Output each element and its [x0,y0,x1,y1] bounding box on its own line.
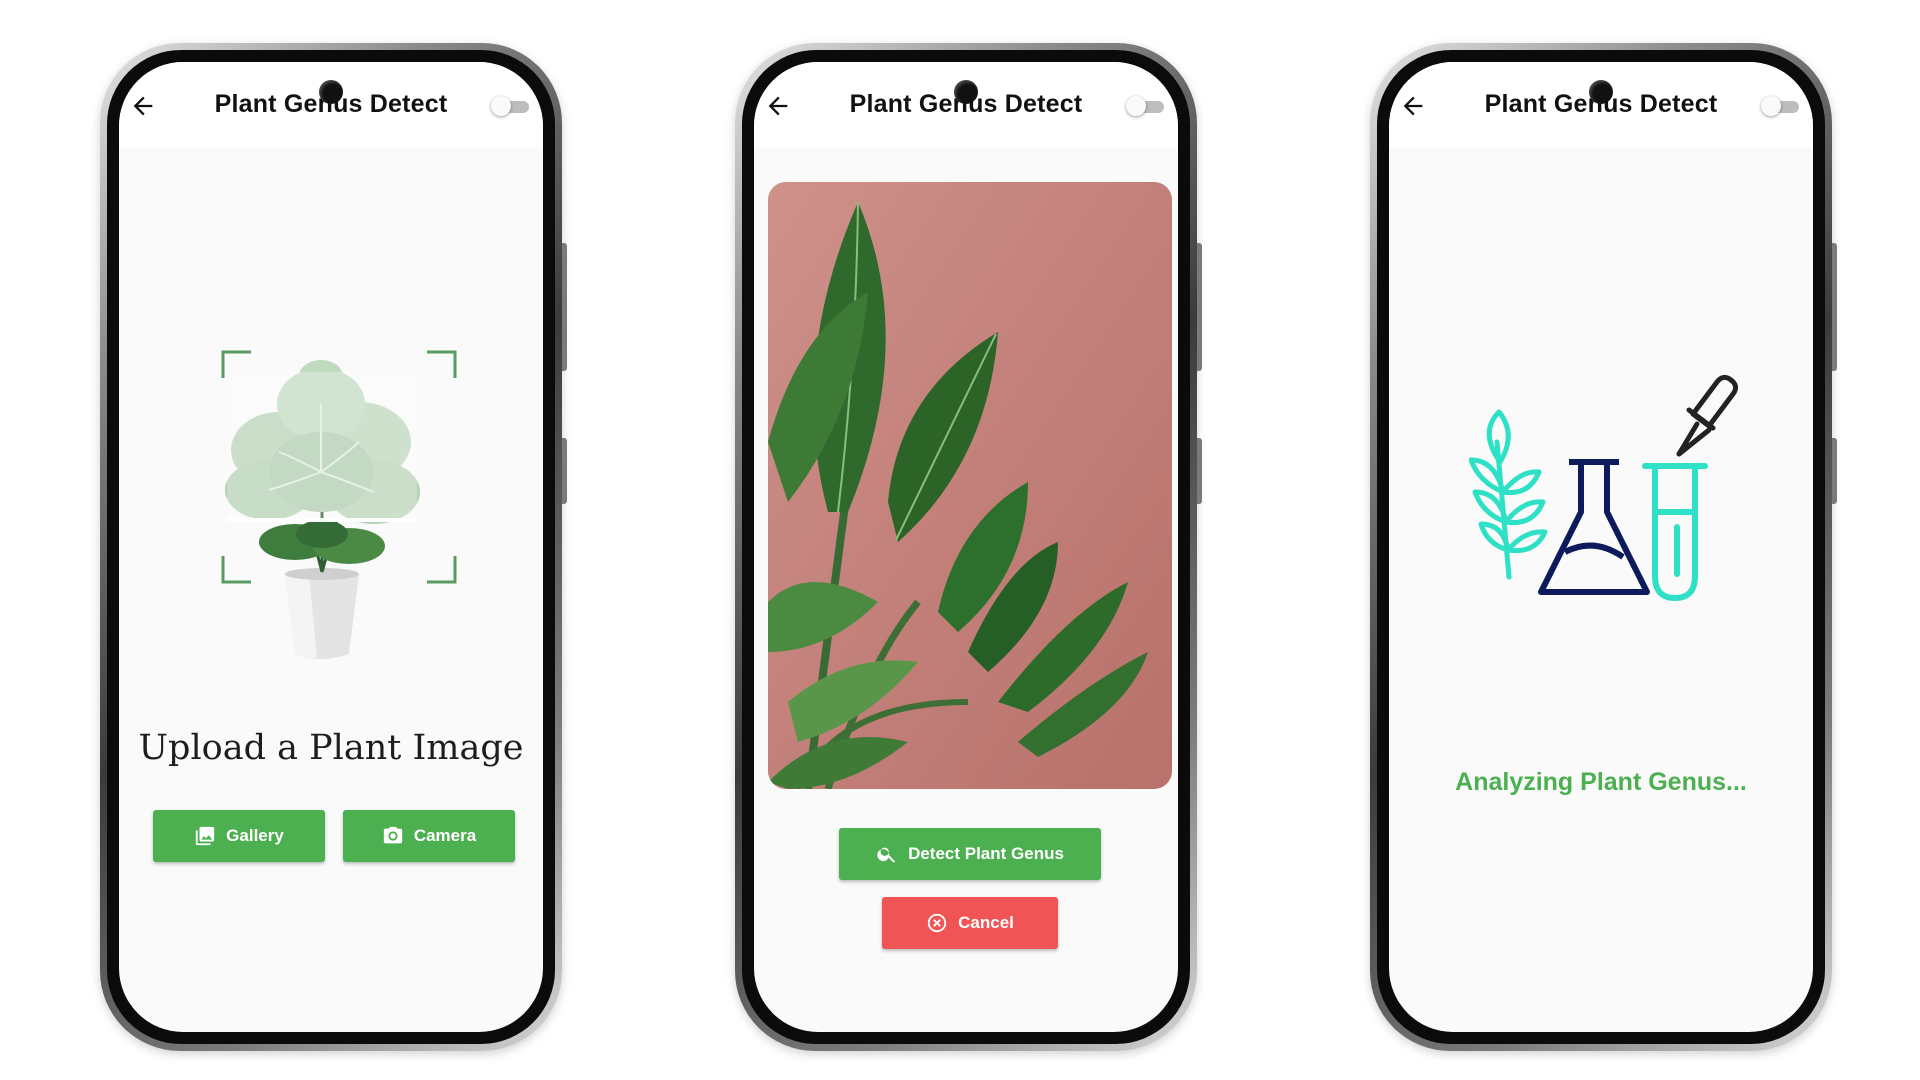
plant-scan-illustration [221,350,457,659]
app-bar: Plant Genus Detect [754,62,1178,148]
theme-toggle[interactable] [1126,96,1164,116]
bezel: Plant Genus Detect [742,50,1190,1044]
phone-preview-screen: Plant Genus Detect Detect Plant Genus Ca… [735,43,1202,1051]
toggle-thumb [1126,96,1146,116]
detect-plant-genus-button[interactable]: Detect Plant Genus [839,828,1101,880]
camera-icon [383,826,402,844]
flask-icon [1538,459,1650,595]
cancel-button[interactable]: Cancel [882,897,1058,949]
photo-library-icon [196,826,215,846]
screen: Plant Genus Detect [119,62,543,1032]
front-camera [954,80,978,104]
camera-button[interactable]: Camera [343,810,515,862]
theme-toggle[interactable] [491,96,529,116]
power-button [1832,438,1837,504]
cancel-button-label: Cancel [958,913,1014,932]
gallery-button-label: Gallery [226,826,284,845]
phone-upload-screen: Plant Genus Detect Upload a Plant Image … [100,43,567,1051]
bezel: Plant Genus Detect [1377,50,1825,1044]
front-camera [319,80,343,104]
app-bar: Plant Genus Detect [1389,62,1813,148]
selected-plant-photo [768,182,1172,789]
toggle-thumb [1761,96,1781,116]
volume-button [1197,243,1202,371]
front-camera [1589,80,1613,104]
pipette-icon [1676,374,1739,457]
screen: Plant Genus Detect [754,62,1178,1032]
camera-button-label: Camera [413,826,477,845]
app-bar: Plant Genus Detect [119,62,543,148]
bezel: Plant Genus Detect [107,50,555,1044]
screen: Plant Genus Detect [1389,62,1813,1032]
search-icon [877,847,896,863]
analyzing-status-text: Analyzing Plant Genus... [1455,768,1747,796]
test-tube-icon [1642,463,1708,602]
phone-analyzing-screen: Plant Genus Detect Analyzing Plant Genus… [1370,43,1837,1051]
toggle-thumb [491,96,511,116]
power-button [1197,438,1202,504]
power-button [562,438,567,504]
detect-button-label: Detect Plant Genus [908,844,1064,863]
volume-button [562,243,567,371]
plant-photo-image [768,182,1172,789]
upload-heading: Upload a Plant Image [138,728,524,768]
gallery-button[interactable]: Gallery [153,810,325,862]
volume-button [1832,243,1837,371]
theme-toggle[interactable] [1761,96,1799,116]
lab-analysis-illustration [1469,374,1739,602]
plant-sprig-icon [1469,409,1548,580]
cancel-circle-icon [927,913,947,933]
